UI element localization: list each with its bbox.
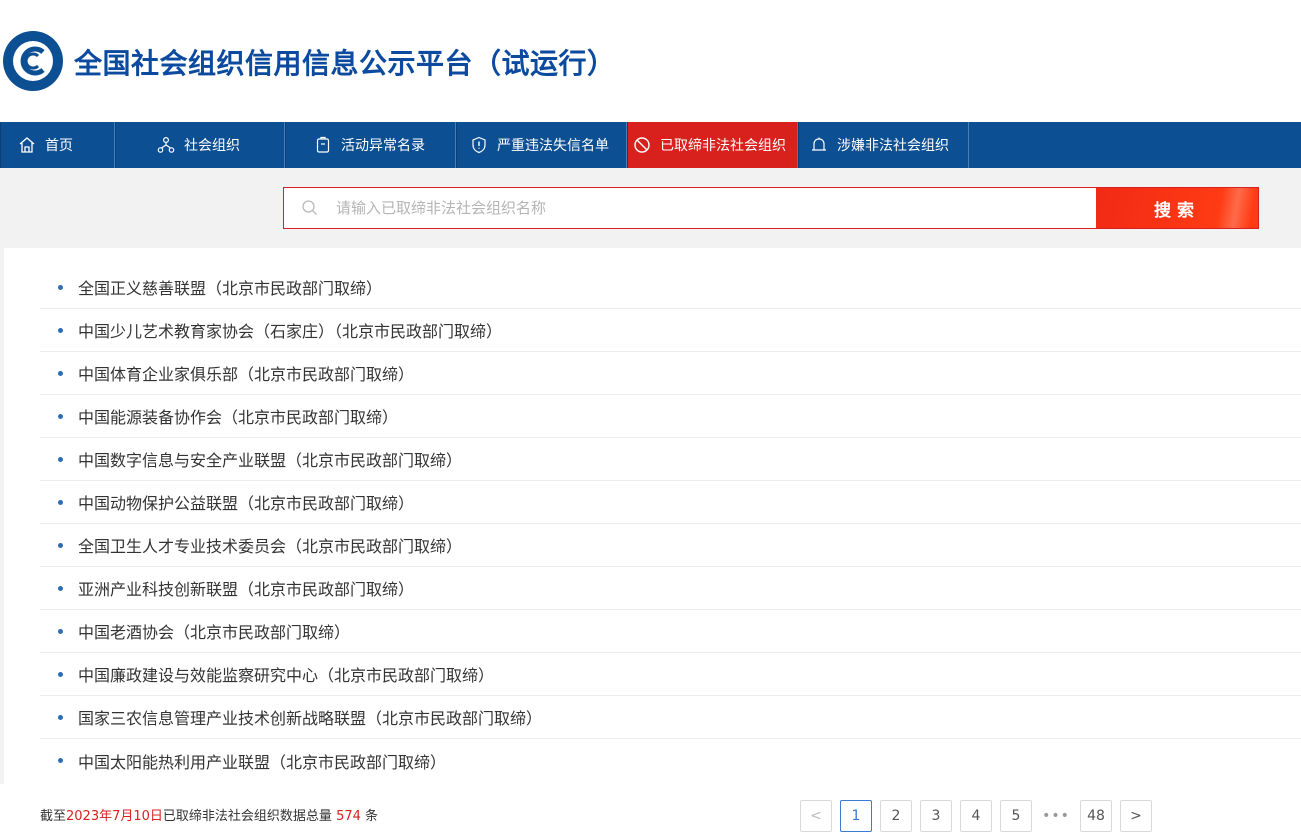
org-name: 全国卫生人才专业技术委员会（北京市民政部门取缔） — [78, 537, 463, 556]
bell-icon — [809, 135, 829, 155]
search-icon — [284, 188, 336, 228]
next-page-button[interactable]: > — [1120, 800, 1152, 832]
total-suffix: 条 — [365, 809, 379, 824]
org-name: 中国数字信息与安全产业联盟（北京市民政部门取缔） — [78, 451, 463, 470]
search-button[interactable]: 搜索 — [1096, 188, 1258, 228]
list-item[interactable]: 全国卫生人才专业技术委员会（北京市民政部门取缔） — [40, 524, 1301, 567]
page-button-2[interactable]: 2 — [880, 800, 912, 832]
banned-org-list-panel: 全国正义慈善联盟（北京市民政部门取缔） 中国少儿艺术教育家协会（石家庄）（北京市… — [4, 248, 1301, 784]
banned-org-list: 全国正义慈善联盟（北京市民政部门取缔） 中国少儿艺术教育家协会（石家庄）（北京市… — [40, 266, 1301, 782]
bullet-icon — [58, 586, 63, 591]
total-prefix: 截至 — [40, 809, 67, 824]
nav-label: 涉嫌非法社会组织 — [837, 138, 949, 154]
clipboard-icon — [313, 135, 333, 155]
total-label: 已取缔非法社会组织数据总量 — [162, 809, 332, 824]
nav-item-serious-violation[interactable]: 严重违法失信名单 — [456, 122, 627, 168]
search-bar: 搜索 — [0, 168, 1301, 248]
bullet-icon — [58, 328, 63, 333]
list-footer: 截至2023年7月10日已取缔非法社会组织数据总量 574 条 < 1 2 3 … — [0, 784, 1301, 837]
org-name: 中国少儿艺术教育家协会（石家庄）（北京市民政部门取缔） — [78, 322, 503, 341]
bullet-icon — [58, 672, 63, 677]
list-item[interactable]: 中国动物保护公益联盟（北京市民政部门取缔） — [40, 481, 1301, 524]
page-ellipsis[interactable]: ••• — [1040, 800, 1072, 832]
nav-item-abnormal-list[interactable]: 活动异常名录 — [285, 122, 456, 168]
page-button-last[interactable]: 48 — [1080, 800, 1112, 832]
bullet-icon — [58, 543, 63, 548]
list-item[interactable]: 中国老酒协会（北京市民政部门取缔） — [40, 610, 1301, 653]
org-name: 中国体育企业家俱乐部（北京市民政部门取缔） — [78, 365, 415, 384]
bullet-icon — [58, 457, 63, 462]
site-header: 全国社会组织信用信息公示平台（试运行） — [0, 0, 1301, 122]
site-title: 全国社会组织信用信息公示平台（试运行） — [74, 47, 616, 80]
page-button-4[interactable]: 4 — [960, 800, 992, 832]
org-name: 中国太阳能热利用产业联盟（北京市民政部门取缔） — [78, 752, 447, 772]
org-name: 国家三农信息管理产业技术创新战略联盟（北京市民政部门取缔） — [78, 709, 543, 728]
bullet-icon — [58, 715, 63, 720]
list-item[interactable]: 中国少儿艺术教育家协会（石家庄）（北京市民政部门取缔） — [40, 309, 1301, 352]
org-name: 中国动物保护公益联盟（北京市民政部门取缔） — [78, 494, 415, 513]
nav-label: 已取缔非法社会组织 — [660, 138, 786, 154]
list-item[interactable]: 亚洲产业科技创新联盟（北京市民政部门取缔） — [40, 567, 1301, 610]
list-item[interactable]: 中国廉政建设与效能监察研究中心（北京市民政部门取缔） — [40, 653, 1301, 696]
bullet-icon — [58, 285, 63, 290]
nav-item-banned-orgs[interactable]: 已取缔非法社会组织 — [627, 122, 798, 168]
shield-icon — [469, 135, 489, 155]
bullet-icon — [58, 629, 63, 634]
prev-page-button[interactable]: < — [800, 800, 832, 832]
site-logo[interactable] — [2, 30, 64, 92]
page-button-3[interactable]: 3 — [920, 800, 952, 832]
org-name: 中国能源装备协作会（北京市民政部门取缔） — [78, 408, 399, 427]
list-item[interactable]: 中国体育企业家俱乐部（北京市民政部门取缔） — [40, 352, 1301, 395]
search-box: 搜索 — [283, 187, 1259, 229]
page-button-1[interactable]: 1 — [840, 800, 872, 832]
nav-label: 严重违法失信名单 — [497, 138, 609, 154]
list-item[interactable]: 中国数字信息与安全产业联盟（北京市民政部门取缔） — [40, 438, 1301, 481]
list-item[interactable]: 中国能源装备协作会（北京市民政部门取缔） — [40, 395, 1301, 438]
total-count-text: 截至2023年7月10日已取缔非法社会组织数据总量 574 条 — [40, 805, 378, 824]
data-date: 2023年7月10日 — [66, 809, 163, 824]
bullet-icon — [58, 371, 63, 376]
nav-label: 活动异常名录 — [341, 138, 425, 154]
org-name: 亚洲产业科技创新联盟（北京市民政部门取缔） — [78, 580, 415, 599]
ban-icon — [632, 135, 652, 155]
home-icon — [17, 135, 37, 155]
list-item[interactable]: 中国太阳能热利用产业联盟（北京市民政部门取缔） — [40, 739, 1301, 782]
nav-item-suspected-orgs[interactable]: 涉嫌非法社会组织 — [798, 122, 969, 168]
org-icon — [156, 135, 176, 155]
search-input[interactable] — [336, 188, 1096, 228]
nav-item-social-orgs[interactable]: 社会组织 — [115, 122, 285, 168]
list-item[interactable]: 国家三农信息管理产业技术创新战略联盟（北京市民政部门取缔） — [40, 696, 1301, 739]
page-button-5[interactable]: 5 — [1000, 800, 1032, 832]
total-count: 574 — [336, 809, 361, 824]
main-nav: 首页 社会组织 活动异常名录 严重违法失信名单 已取缔非法社会组织 涉嫌非法社会… — [0, 122, 1301, 168]
org-name: 中国廉政建设与效能监察研究中心（北京市民政部门取缔） — [78, 666, 495, 685]
list-item[interactable]: 全国正义慈善联盟（北京市民政部门取缔） — [40, 266, 1301, 309]
nav-label: 社会组织 — [184, 138, 240, 154]
nav-item-home[interactable]: 首页 — [0, 122, 115, 168]
bullet-icon — [58, 500, 63, 505]
org-name: 全国正义慈善联盟（北京市民政部门取缔） — [78, 279, 383, 298]
org-name: 中国老酒协会（北京市民政部门取缔） — [78, 623, 351, 642]
bullet-icon — [58, 414, 63, 419]
bullet-icon — [58, 758, 63, 763]
nav-label: 首页 — [45, 138, 73, 154]
pagination: < 1 2 3 4 5 ••• 48 > — [800, 800, 1160, 832]
